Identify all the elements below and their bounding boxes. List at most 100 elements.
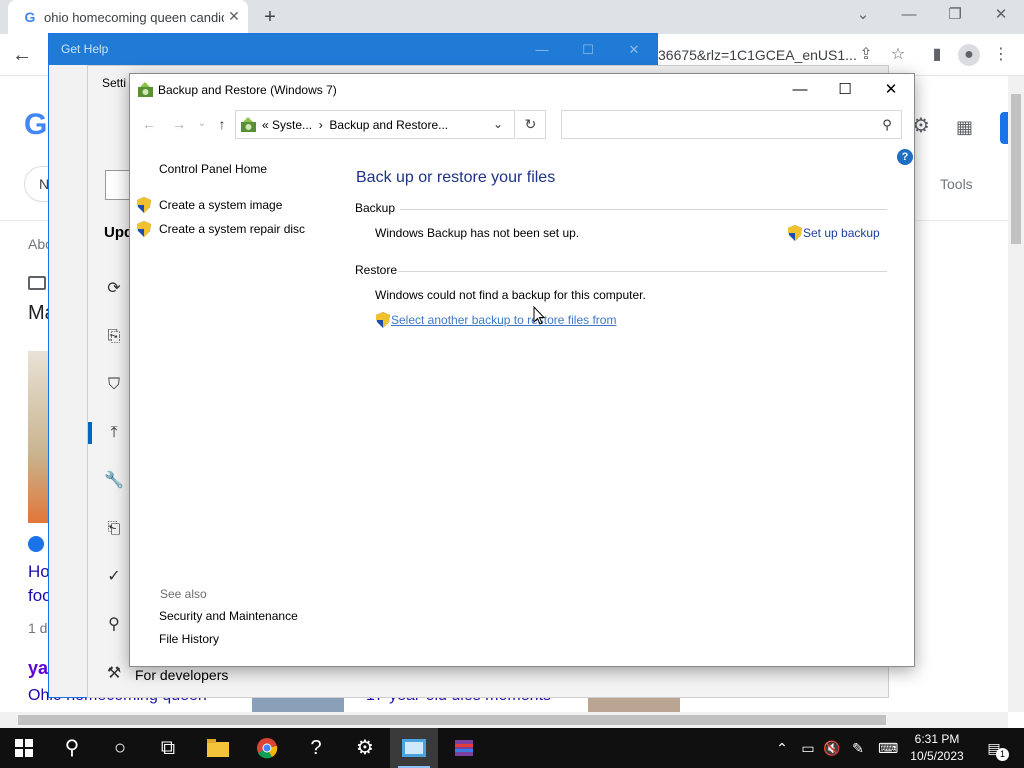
taskbar-search-icon[interactable]: ⚲ bbox=[48, 728, 96, 768]
google-settings-gear-icon[interactable]: ⚙ bbox=[912, 116, 932, 136]
share-icon[interactable]: ⇪ bbox=[855, 44, 877, 66]
file-history-link[interactable]: File History bbox=[159, 632, 219, 646]
new-tab-icon[interactable]: + bbox=[259, 6, 281, 28]
chrome-icon[interactable] bbox=[243, 728, 291, 768]
address-bar-url[interactable]: 36675&rlz=1C1GCEA_enUS1... bbox=[658, 47, 857, 63]
troubleshoot-wrench-icon[interactable]: 🔧 bbox=[104, 471, 124, 491]
backup-minimize-icon[interactable]: — bbox=[786, 80, 814, 100]
control-panel-taskbar-icon[interactable] bbox=[390, 728, 438, 768]
start-windows-icon[interactable] bbox=[0, 728, 48, 768]
notification-badge: 1 bbox=[996, 748, 1009, 761]
nav-forward-icon[interactable]: → bbox=[169, 114, 189, 134]
get-help-titlebar[interactable]: Get Help — ☐ ✕ bbox=[49, 34, 657, 65]
settings-gear-icon[interactable]: ⚙ bbox=[341, 728, 389, 768]
for-developers-icon[interactable]: ⚒ bbox=[104, 664, 124, 684]
backup-status-text: Windows Backup has not been set up. bbox=[375, 226, 580, 240]
scrollbar-thumb-horizontal[interactable] bbox=[18, 715, 886, 725]
google-apps-grid-icon[interactable]: ▦ bbox=[956, 116, 978, 138]
windows-security-shield-icon[interactable]: ⛉ bbox=[104, 375, 124, 395]
side-panel-icon[interactable]: ▮ bbox=[926, 44, 948, 66]
news-thumbnail-2[interactable] bbox=[252, 696, 344, 712]
google-favicon-icon: G bbox=[24, 9, 36, 25]
create-repair-disc-link[interactable]: Create a system repair disc bbox=[159, 222, 305, 236]
task-view-icon[interactable]: ⧉ bbox=[144, 728, 192, 768]
create-system-image-link[interactable]: Create a system image bbox=[159, 198, 282, 212]
recent-locations-icon[interactable]: ⌄ bbox=[192, 114, 212, 134]
nav-up-icon[interactable]: ↑ bbox=[212, 114, 232, 134]
page-title: Back up or restore your files bbox=[356, 169, 556, 186]
backup-arrow-icon[interactable]: ⤒ bbox=[104, 423, 124, 443]
get-help-maximize-icon[interactable]: ☐ bbox=[573, 40, 603, 60]
back-arrow-icon[interactable]: ← bbox=[10, 43, 34, 67]
winrar-icon[interactable] bbox=[440, 728, 488, 768]
for-developers-label[interactable]: For developers bbox=[135, 667, 228, 683]
news-thumbnail-3[interactable] bbox=[588, 696, 680, 712]
file-explorer-icon[interactable] bbox=[194, 728, 242, 768]
google-logo[interactable]: G bbox=[24, 108, 47, 142]
news-thumbnail[interactable] bbox=[28, 351, 48, 523]
chrome-menu-icon[interactable]: ⋮ bbox=[990, 44, 1012, 66]
taskbar-clock[interactable]: 6:31 PM 10/5/2023 bbox=[906, 731, 968, 765]
get-help-title: Get Help bbox=[61, 42, 109, 56]
sign-in-button[interactable] bbox=[1000, 112, 1008, 144]
pen-icon[interactable]: ✎ bbox=[848, 738, 868, 758]
selected-nav-indicator bbox=[88, 422, 92, 444]
get-help-minimize-icon[interactable]: — bbox=[527, 40, 557, 60]
keyboard-icon[interactable]: ⌨ bbox=[878, 738, 898, 758]
address-dropdown-icon[interactable]: ⌄ bbox=[490, 116, 506, 132]
search-field[interactable]: ⚲ bbox=[561, 110, 902, 139]
browser-tab[interactable]: G ohio homecoming queen candid ✕ bbox=[8, 0, 248, 34]
network-icon[interactable]: ▭ bbox=[798, 738, 818, 758]
uac-shield-icon bbox=[137, 221, 151, 237]
backup-maximize-icon[interactable]: ☐ bbox=[831, 80, 859, 100]
refresh-icon[interactable]: ↻ bbox=[516, 110, 546, 139]
recovery-icon[interactable]: ⎗ bbox=[104, 519, 124, 539]
cortana-icon[interactable]: ○ bbox=[96, 728, 144, 768]
show-hidden-icons-icon[interactable]: ⌃ bbox=[772, 738, 792, 758]
tools-button[interactable]: Tools bbox=[940, 176, 973, 192]
bookmark-star-icon[interactable]: ☆ bbox=[887, 44, 909, 66]
breadcrumb-item-backup[interactable]: Backup and Restore... bbox=[329, 118, 448, 132]
get-help-close-icon[interactable]: ✕ bbox=[619, 40, 649, 60]
taskbar: ⚲ ○ ⧉ ? ⚙ ⌃ ▭ 🔇 ✎ ⌨ 6:31 PM 10/5/2023 ▤ … bbox=[0, 728, 1024, 768]
browser-minimize-icon[interactable]: — bbox=[894, 4, 924, 26]
set-up-backup-link[interactable]: Set up backup bbox=[803, 226, 880, 240]
uac-shield-icon bbox=[137, 197, 151, 213]
profile-avatar-icon[interactable]: ● bbox=[958, 44, 980, 66]
mouse-cursor-icon bbox=[533, 306, 545, 325]
uac-shield-icon bbox=[788, 225, 802, 241]
backup-section-title: Backup bbox=[355, 201, 396, 215]
delivery-optimization-icon[interactable]: ⎘ bbox=[104, 327, 124, 347]
nav-back-icon[interactable]: ← bbox=[139, 114, 159, 134]
tab-close-icon[interactable]: ✕ bbox=[226, 8, 242, 24]
find-my-device-icon[interactable]: ⚲ bbox=[104, 615, 124, 635]
tab-search-icon[interactable]: ⌄ bbox=[848, 4, 878, 26]
result-age: 1 d bbox=[28, 620, 48, 636]
restore-section-title: Restore bbox=[355, 263, 398, 277]
breadcrumb-overflow[interactable]: « bbox=[262, 118, 269, 132]
update-sync-icon[interactable]: ⟳ bbox=[104, 279, 124, 299]
result-link[interactable]: Ho bbox=[28, 562, 50, 582]
control-panel-home-link[interactable]: Control Panel Home bbox=[159, 162, 267, 176]
select-another-backup-link[interactable]: Select another backup to restore files f… bbox=[391, 313, 616, 327]
backup-close-icon[interactable]: ✕ bbox=[877, 80, 905, 100]
page-horizontal-scrollbar[interactable] bbox=[0, 712, 1008, 728]
scrollbar-thumb[interactable] bbox=[1011, 94, 1021, 244]
yahoo-logo: ya bbox=[28, 658, 49, 678]
browser-close-icon[interactable]: ✕ bbox=[986, 4, 1016, 26]
breadcrumb-item-system[interactable]: Syste... bbox=[272, 118, 312, 132]
activation-check-icon[interactable]: ✓ bbox=[104, 567, 124, 587]
volume-muted-icon[interactable]: 🔇 bbox=[822, 738, 842, 758]
control-panel-icon bbox=[241, 117, 256, 132]
security-maintenance-link[interactable]: Security and Maintenance bbox=[159, 609, 298, 623]
get-help-taskbar-icon[interactable]: ? bbox=[292, 728, 340, 768]
breadcrumb-separator[interactable]: › bbox=[319, 118, 323, 132]
browser-restore-icon[interactable]: ❐ bbox=[940, 4, 970, 26]
backup-window-title: Backup and Restore (Windows 7) bbox=[158, 83, 337, 97]
backup-restore-window[interactable]: Backup and Restore (Windows 7) — ☐ ✕ ← →… bbox=[129, 73, 915, 667]
see-also-label: See also bbox=[160, 587, 207, 601]
search-icon[interactable]: ⚲ bbox=[878, 116, 896, 134]
address-bar[interactable]: « Syste... › Backup and Restore... ⌄ bbox=[235, 110, 515, 139]
page-vertical-scrollbar[interactable] bbox=[1008, 76, 1024, 712]
help-question-icon[interactable]: ? bbox=[897, 149, 913, 165]
